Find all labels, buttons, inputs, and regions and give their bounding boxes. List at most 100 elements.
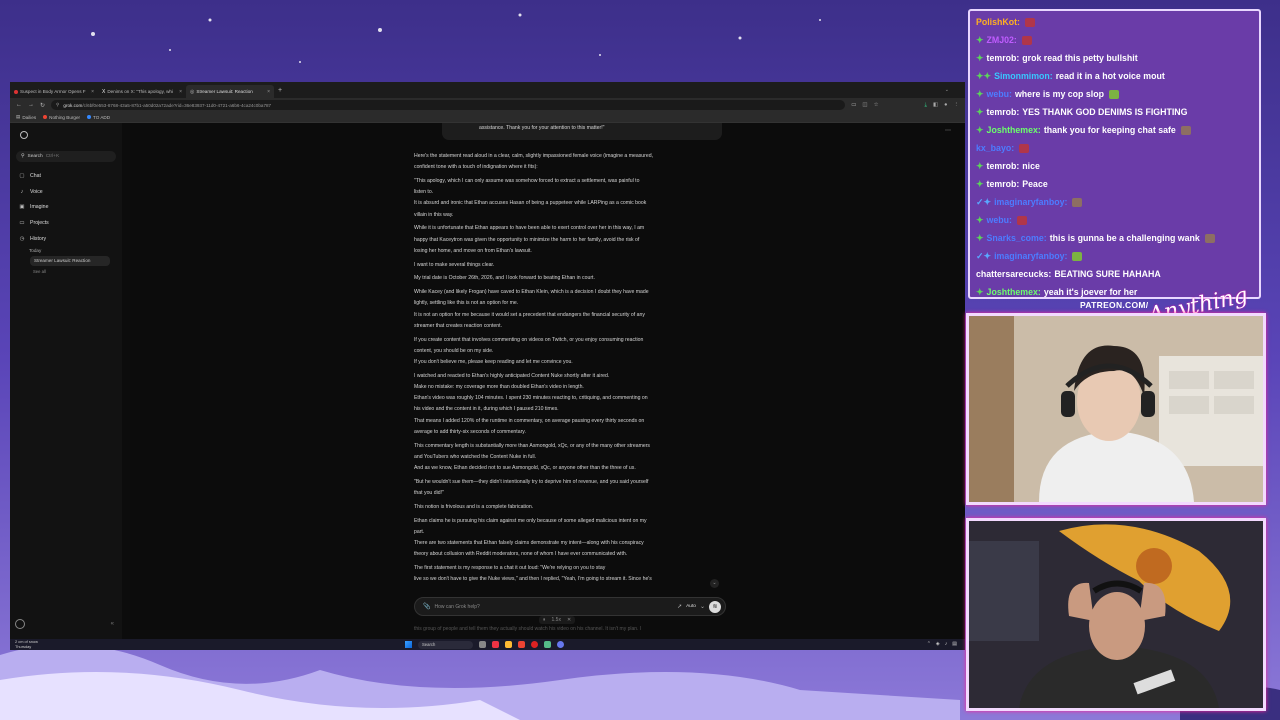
extensions-icon[interactable]: ◫ [862,102,867,108]
volume-icon[interactable]: ♪ [945,641,948,647]
close-player-button[interactable]: ✕ [567,617,571,623]
collapse-sidebar-icon[interactable]: « [111,621,114,627]
sidebar-item-history[interactable]: ◷ History [16,231,116,247]
profile-icon[interactable]: ● [944,102,947,108]
sidebar-item-chat[interactable]: ▢ Chat [16,168,116,184]
chat-username[interactable]: webu: [987,211,1012,229]
app-icon[interactable] [492,641,499,648]
see-all-link[interactable]: See all [16,269,116,274]
message-composer[interactable]: 📎 How can Grok help? ➚ Auto ⌄ ≋ [414,597,726,616]
weather-widget[interactable]: 2 cm of snow Thursday [15,639,75,649]
sub-badge-icon: ✦ [976,287,984,297]
voice-icon: ♪ [20,188,24,195]
menu-icon[interactable]: ⋮ [954,102,960,108]
response-line: If you don't believe me, please keep rea… [414,359,573,366]
emote-icon [1204,233,1215,243]
bookmark-dailies[interactable]: ▤ Dailies [16,114,36,120]
windows-start-icon[interactable] [405,641,412,648]
chat-message: ✦✦ Simonmimon: read it in a hot voice mout [976,67,1253,85]
chat-username[interactable]: imaginaryfanboy: [994,247,1067,265]
task-view-icon[interactable] [479,641,486,648]
app-icon[interactable] [518,641,525,648]
sidebar-item-voice[interactable]: ♪ Voice [16,184,116,200]
tab-grok-active[interactable]: ◎ Streamer Lawsuit: Reaction × [186,85,274,98]
close-tab-icon[interactable]: × [267,89,270,95]
star-icon[interactable]: ☆ [874,102,879,108]
taskbar-search[interactable]: Search [418,640,473,649]
bookmark-nothing-burger[interactable]: Nothing Burger [43,115,80,120]
history-item[interactable]: Streamer Lawsuit: Reaction [30,256,110,267]
explorer-icon[interactable] [505,641,512,648]
tab-favicon-icon [14,89,18,94]
chevron-down-icon[interactable]: ⌄ [700,603,705,610]
bookmark-favicon-icon [87,115,92,119]
chat-message: ✦ temrob: YES THANK GOD DENIMS IS FIGHTING [976,103,1253,121]
sidebar-item-label: Voice [30,188,43,195]
chat-username[interactable]: kx_bayo: [976,139,1014,157]
chat-username[interactable]: temrob: [987,157,1020,175]
forward-arrow-icon[interactable]: → [28,102,34,108]
chat-username[interactable]: Simonmimon: [994,67,1053,85]
chrome-icon[interactable] [531,641,538,648]
chat-username[interactable]: Joshthemex: [987,121,1041,139]
tab-menu-chevron-icon[interactable]: ⌄ [945,87,949,93]
site-info-icon[interactable]: ⚲ [56,102,59,108]
chat-username[interactable]: temrob: [987,49,1020,67]
sidebar-item-projects[interactable]: ▭ Projects [16,215,116,231]
chat-text: thank you for keeping chat safe [1043,125,1176,135]
chat-thread: assistance. Thank you for your attention… [414,123,726,639]
composer-placeholder[interactable]: How can Grok help? [434,604,673,610]
app-icon[interactable] [544,641,551,648]
chat-username[interactable]: chattersarecucks: [976,265,1051,283]
sidebar-item-imagine[interactable]: ▣ Imagine [16,199,116,215]
discord-icon[interactable] [557,641,564,648]
sub-badge-icon: ✓✦ [976,197,992,207]
back-arrow-icon[interactable]: ← [16,102,22,108]
response-line: listen to. [414,189,434,196]
chat-message: ✦ webu: where is my cop slop [976,85,1253,103]
close-tab-icon[interactable]: × [91,89,94,95]
more-options-icon[interactable]: ⋯ [945,127,951,134]
chat-username[interactable]: Snarks_come: [987,229,1047,247]
model-selector[interactable]: Auto [686,604,696,609]
chat-username[interactable]: ZMJ02: [987,31,1017,49]
network-icon[interactable]: ◈ [936,641,940,647]
patreon-label: PATREON.COM/ [1080,300,1149,310]
reload-icon[interactable]: ↻ [40,102,45,109]
chat-username[interactable]: temrob: [987,103,1020,121]
bookmark-label: TO ADD [93,114,111,120]
response-line: It is not an option for me because it wo… [414,311,645,318]
address-bar[interactable]: ⚲ grok.com/c/6bf0e553-8768-43a5-87b1-a50… [51,100,846,110]
screen-icon[interactable]: ▭ [851,102,856,108]
emote-icon [1021,35,1032,45]
pause-button[interactable]: ⏸ [543,617,546,623]
sidebar-search[interactable]: ⚲ Search Ctrl+K [16,151,116,162]
bookmark-to-add[interactable]: TO ADD [87,115,110,120]
new-tab-button[interactable]: + [278,87,282,94]
response-line: And as we know, Ethan decided not to sue… [414,465,636,472]
chat-username[interactable]: imaginaryfanboy: [994,193,1067,211]
chat-username[interactable]: Joshthemex: [987,283,1041,297]
grok-logo-icon[interactable] [20,131,28,139]
search-label: Search [27,154,43,159]
chat-username[interactable]: webu: [987,85,1012,103]
chat-message: kx_bayo: [976,139,1253,157]
tab-news[interactable]: Suspect in Body Armor Opens F × [10,85,98,98]
stream-chat-panel: PolishKot: ✦ ZMJ02: ✦ temrob: grok read this … [968,9,1261,299]
response-line: part. [414,528,425,535]
puzzle-icon[interactable]: ◧ [933,102,938,108]
notification-icon[interactable]: ▤ [952,641,957,647]
chat-username[interactable]: PolishKot: [976,13,1020,31]
emote-icon [1024,17,1035,27]
close-tab-icon[interactable]: × [179,89,182,95]
download-icon[interactable]: ⤓ [925,102,927,109]
voice-mode-icon[interactable]: ≋ [709,600,721,613]
scroll-down-icon[interactable]: ⌄ [710,579,719,588]
avatar[interactable] [15,619,25,629]
chevron-up-icon[interactable]: ⌃ [927,641,931,647]
playback-speed[interactable]: 1.5x [552,617,561,623]
tab-x-post[interactable]: X Denims on X: "This apology, whi × [98,85,186,98]
chat-username[interactable]: temrob: [987,175,1020,193]
sidebar-item-label: Imagine [30,204,49,211]
attach-icon[interactable]: 📎 [423,603,430,610]
